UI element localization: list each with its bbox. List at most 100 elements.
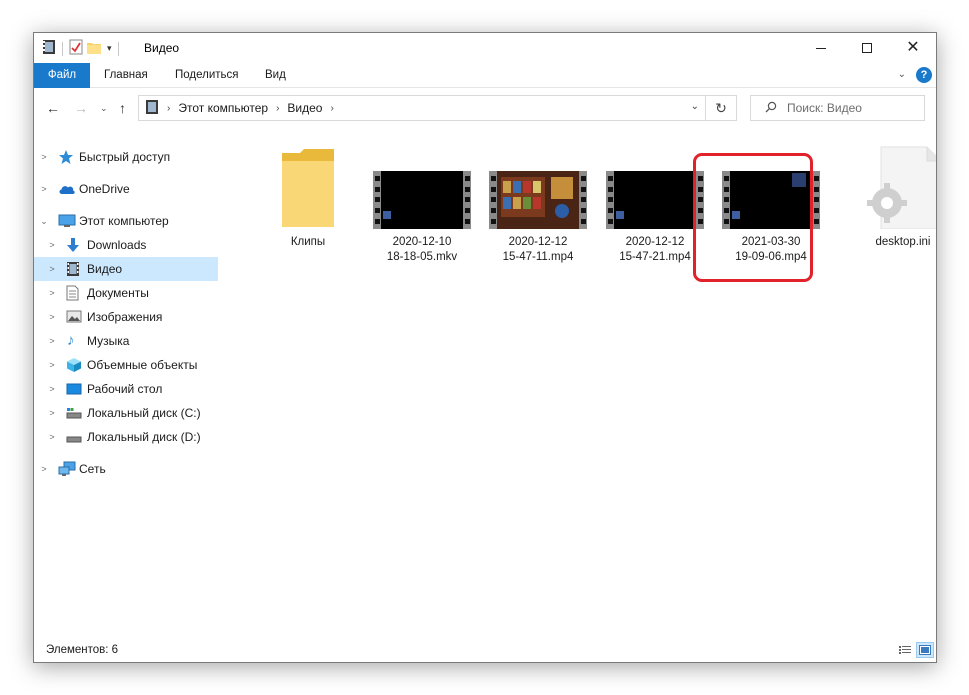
file-item-video[interactable]: 2020-12-12 15-47-21.mp4 bbox=[606, 143, 704, 263]
sidebar-item-label: Локальный диск (D:) bbox=[87, 430, 201, 444]
view-toggle bbox=[896, 642, 934, 658]
file-view: Клипы 2020-12-10 18-18-05.mkv 2020-12-12… bbox=[252, 143, 936, 633]
details-view-icon bbox=[899, 646, 911, 654]
divider bbox=[117, 41, 119, 56]
download-icon bbox=[66, 237, 80, 256]
refresh-button[interactable]: ↻ bbox=[706, 95, 737, 121]
expand-arrow-icon[interactable]: > bbox=[39, 184, 49, 194]
video-thumbnail bbox=[373, 171, 471, 229]
folder-icon bbox=[280, 147, 336, 232]
file-name: 2020-12-12 15-47-11.mp4 bbox=[502, 236, 574, 263]
breadcrumb-video[interactable]: Видео bbox=[287, 101, 322, 115]
forward-arrow-icon[interactable]: → bbox=[74, 100, 88, 116]
back-arrow-icon[interactable]: ← bbox=[46, 100, 60, 116]
sidebar-item-drive-c[interactable]: > Локальный диск (C:) bbox=[34, 401, 224, 425]
sidebar-item-label: OneDrive bbox=[79, 182, 130, 196]
sidebar-item-onedrive[interactable]: > OneDrive bbox=[34, 177, 224, 201]
expand-arrow-icon[interactable]: > bbox=[47, 336, 57, 346]
file-item-folder[interactable]: Клипы bbox=[260, 143, 356, 263]
window-title: Видео bbox=[144, 41, 180, 55]
expand-arrow-icon[interactable]: > bbox=[47, 312, 57, 322]
title-bar: ▾ Видео ✕ bbox=[34, 33, 936, 63]
details-view-button[interactable] bbox=[896, 642, 914, 658]
sidebar-item-music[interactable]: > ♪ Музыка bbox=[34, 329, 224, 353]
settings-file-icon bbox=[863, 145, 936, 232]
new-folder-icon[interactable] bbox=[86, 39, 102, 58]
sidebar-item-label: Видео bbox=[87, 262, 123, 276]
annotation-highlight-frame bbox=[693, 153, 813, 282]
sidebar-item-documents[interactable]: > Документы bbox=[34, 281, 224, 305]
drive-icon bbox=[66, 431, 82, 446]
address-dropdown-icon[interactable]: ⌄ bbox=[691, 101, 699, 112]
sidebar-item-label: Рабочий стол bbox=[87, 382, 163, 396]
file-name: Клипы bbox=[290, 236, 326, 248]
desktop-icon bbox=[66, 383, 82, 398]
properties-icon[interactable] bbox=[69, 39, 83, 58]
large-icons-view-icon bbox=[919, 645, 931, 655]
file-name: 2020-12-10 18-18-05.mkv bbox=[386, 236, 458, 263]
recent-locations-icon[interactable]: ⌄ bbox=[100, 103, 108, 114]
breadcrumb-separator-icon[interactable]: › bbox=[167, 103, 170, 114]
sidebar-item-3d-objects[interactable]: > Объемные объекты bbox=[34, 353, 224, 377]
expand-arrow-icon[interactable]: > bbox=[39, 464, 49, 474]
video-folder-icon[interactable] bbox=[42, 39, 56, 58]
sidebar-item-desktop[interactable]: > Рабочий стол bbox=[34, 377, 224, 401]
picture-icon bbox=[66, 310, 82, 326]
star-icon bbox=[58, 149, 74, 168]
maximize-icon bbox=[862, 43, 872, 53]
video-folder-icon bbox=[145, 99, 159, 118]
sidebar-item-label: Сеть bbox=[79, 462, 106, 476]
expand-arrow-icon[interactable]: > bbox=[47, 432, 57, 442]
file-item-settings[interactable]: desktop.ini bbox=[855, 143, 936, 263]
tab-home[interactable]: Главная bbox=[90, 63, 162, 88]
breadcrumb-this-pc[interactable]: Этот компьютер bbox=[178, 101, 268, 115]
video-folder-icon bbox=[66, 261, 80, 280]
breadcrumb-separator-icon[interactable]: › bbox=[276, 103, 279, 114]
expand-arrow-icon[interactable]: > bbox=[39, 152, 49, 162]
sidebar-item-label: Музыка bbox=[87, 334, 130, 348]
tab-share[interactable]: Поделиться bbox=[161, 63, 253, 88]
sidebar-item-label: Изображения bbox=[87, 310, 163, 324]
expand-arrow-icon[interactable]: > bbox=[47, 384, 57, 394]
close-button[interactable]: ✕ bbox=[890, 33, 936, 63]
tab-file[interactable]: Файл bbox=[34, 63, 90, 88]
file-name: desktop.ini bbox=[875, 236, 931, 248]
drive-icon bbox=[66, 407, 82, 422]
maximize-button[interactable] bbox=[844, 33, 890, 63]
expand-arrow-icon[interactable]: > bbox=[47, 288, 57, 298]
address-bar[interactable]: › Этот компьютер › Видео › ⌄ bbox=[138, 95, 706, 121]
explorer-window: ▾ Видео ✕ Файл Главная Поделиться Вид ⌄ … bbox=[33, 32, 937, 663]
expand-arrow-icon[interactable]: > bbox=[47, 264, 57, 274]
expand-arrow-icon[interactable]: > bbox=[47, 360, 57, 370]
sidebar-item-video[interactable]: > Видео bbox=[34, 257, 218, 281]
search-box[interactable] bbox=[750, 95, 925, 121]
expand-ribbon-icon[interactable]: ⌄ bbox=[898, 69, 906, 80]
sidebar-item-pictures[interactable]: > Изображения bbox=[34, 305, 224, 329]
document-icon bbox=[66, 285, 79, 304]
search-input[interactable] bbox=[787, 101, 917, 115]
large-icons-view-button[interactable] bbox=[916, 642, 934, 658]
file-item-video[interactable]: 2020-12-10 18-18-05.mkv bbox=[373, 143, 471, 263]
sidebar-item-drive-d[interactable]: > Локальный диск (D:) bbox=[34, 425, 224, 449]
minimize-icon bbox=[816, 47, 826, 49]
sidebar-item-network[interactable]: > Сеть bbox=[34, 457, 224, 481]
expand-arrow-icon[interactable]: > bbox=[47, 240, 57, 250]
file-item-video[interactable]: 2020-12-12 15-47-11.mp4 bbox=[489, 143, 587, 263]
navigation-bar: ← → ⌄ ↑ › Этот компьютер › Видео › ⌄ ↻ bbox=[34, 89, 936, 127]
customize-qat-icon[interactable]: ▾ bbox=[107, 43, 112, 54]
help-icon[interactable]: ? bbox=[916, 67, 932, 83]
sidebar-item-quick-access[interactable]: > Быстрый доступ bbox=[34, 145, 224, 169]
cube-icon bbox=[66, 357, 82, 376]
sidebar-item-this-pc[interactable]: ⌄ Этот компьютер bbox=[34, 209, 224, 233]
minimize-button[interactable] bbox=[798, 33, 844, 63]
breadcrumb-separator-icon[interactable]: › bbox=[330, 103, 333, 114]
tab-view[interactable]: Вид bbox=[251, 63, 300, 88]
collapse-arrow-icon[interactable]: ⌄ bbox=[39, 216, 49, 227]
sidebar-item-downloads[interactable]: > Downloads bbox=[34, 233, 224, 257]
sidebar-item-label: Документы bbox=[87, 286, 149, 300]
up-arrow-icon[interactable]: ↑ bbox=[119, 100, 126, 116]
expand-arrow-icon[interactable]: > bbox=[47, 408, 57, 418]
status-bar-count: Элементов: 6 bbox=[46, 644, 119, 656]
video-thumbnail bbox=[606, 171, 704, 229]
music-icon: ♪ bbox=[67, 332, 75, 349]
